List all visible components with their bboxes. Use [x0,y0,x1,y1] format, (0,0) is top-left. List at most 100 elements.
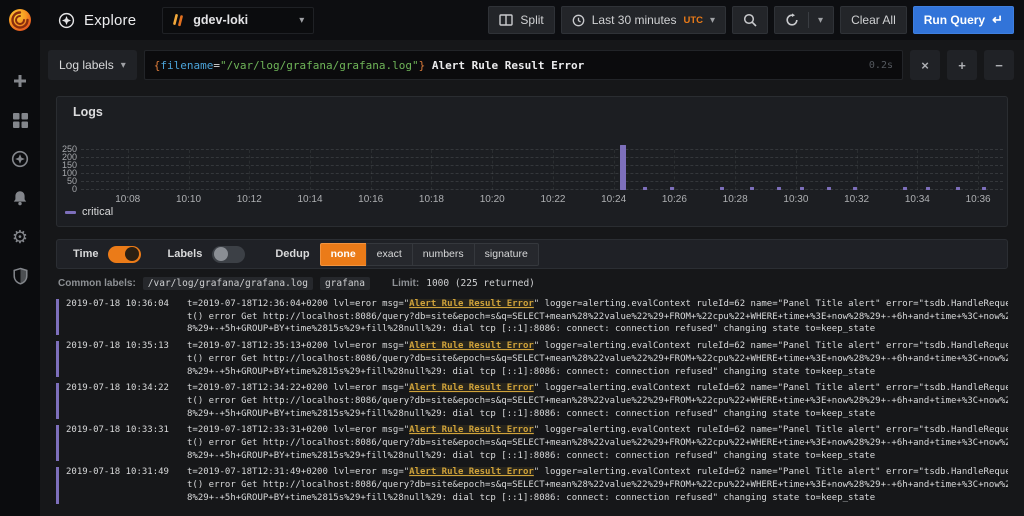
sidebar-item-create[interactable] [9,70,31,92]
log-row[interactable]: 2019-07-18 10:33:31 t=2019-07-18T12:33:31… [56,422,1008,464]
split-button[interactable]: Split [488,6,554,34]
log-text: t=2019-07-18T12:33:31+0200 lvl=eror msg=… [187,425,409,435]
add-query-button[interactable]: + [947,50,977,80]
query-equals: = [213,59,220,72]
x-tick-label: 10:30 [783,194,808,205]
log-message: t=2019-07-18T12:36:04+0200 lvl=eror msg=… [187,298,1008,336]
time-toggle-label: Time [73,248,98,260]
log-text: t=2019-07-18T12:35:13+0200 lvl=eror msg=… [187,341,409,351]
sidebar: ⚙ [0,0,40,516]
datasource-picker[interactable]: gdev-loki ▾ [162,7,314,34]
x-tick-label: 10:34 [905,194,930,205]
x-tick-label: 10:36 [966,194,991,205]
zoom-out-button[interactable] [732,6,768,34]
grafana-logo[interactable] [0,0,40,40]
time-range-picker[interactable]: Last 30 minutes UTC ▾ [561,6,726,34]
refresh-button[interactable]: ▾ [774,6,834,34]
dedup-label: Dedup [275,248,309,260]
clear-all-button[interactable]: Clear All [840,6,907,34]
collapse-query-button[interactable]: − [984,50,1014,80]
x-gridline [614,150,615,190]
log-row[interactable]: 2019-07-18 10:35:13t=2019-07-18T12:35:13… [56,338,1008,380]
dedup-options: noneexactnumberssignature [320,243,539,266]
log-timestamp: 2019-07-18 10:31:49 [59,466,177,504]
page-header: Explore [58,12,136,29]
time-range-label: Last 30 minutes [592,13,677,27]
log-line: 8%29+-+5h+GROUP+BY+time%2815s%29+fill%28… [187,323,1008,336]
legend-item-critical[interactable]: critical [65,206,113,218]
log-line: t=2019-07-18T12:33:31+0200 lvl=eror msg=… [187,424,1008,437]
log-line: t() error Get http://localhost:8086/quer… [187,479,1008,492]
x-tick-label: 10:26 [662,194,687,205]
x-gridline [735,150,736,190]
x-gridline [553,150,554,190]
logs-graph-panel: Logs 050100150200250 10:0810:1010:1210:1… [56,96,1008,227]
labels-toggle[interactable] [212,246,245,263]
log-row[interactable]: 2019-07-18 10:31:49t=2019-07-18T12:31:49… [56,464,1008,506]
y-tick-label: 150 [62,161,77,170]
query-brace-close: } [419,59,426,72]
query-duration: 0.2s [869,60,893,71]
common-label-chip: /var/log/grafana/grafana.log [143,277,313,290]
y-tick-label: 100 [62,169,77,178]
timezone-badge: UTC [683,15,703,26]
log-text: " logger=alerting.evalContext ruleId=62 … [534,383,1008,393]
log-line: 8%29+-+5h+GROUP+BY+time%2815s%29+fill%28… [187,408,1008,421]
time-toggle[interactable] [108,246,141,263]
remove-query-button[interactable]: × [910,50,940,80]
log-timestamp: 2019-07-18 10:33:31 [59,424,177,462]
common-labels-label: Common labels: [58,278,136,289]
log-highlight-match: Alert Rule Result Error [409,383,534,393]
sidebar-item-configuration[interactable]: ⚙ [9,226,31,248]
y-gridline [81,173,1003,174]
sidebar-item-server-admin[interactable] [9,265,31,287]
sidebar-item-alerting[interactable] [9,187,31,209]
logs-meta-row: Common labels: /var/log/grafana/grafana.… [56,277,1008,290]
log-highlight-match: Alert Rule Result Error [409,425,534,435]
run-query-label: Run Query [924,13,985,27]
split-label: Split [520,13,543,27]
dedup-option-none[interactable]: none [320,243,367,266]
x-gridline [978,150,979,190]
log-line: t=2019-07-18T12:36:04+0200 lvl=eror msg=… [187,298,1008,311]
sidebar-item-explore[interactable] [9,148,31,170]
x-tick-label: 10:16 [358,194,383,205]
histogram-bar [620,145,626,190]
y-gridline [81,157,1003,158]
x-tick-label: 10:24 [601,194,626,205]
page-title: Explore [84,12,136,29]
loki-datasource-icon [172,13,185,28]
log-highlight-match: Alert Rule Result Error [409,299,534,309]
x-tick-label: 10:20 [480,194,505,205]
log-labels-button[interactable]: Log labels ▾ [48,50,137,80]
refresh-icon [785,13,799,27]
x-gridline [674,150,675,190]
query-label-key: filename [160,59,213,72]
dedup-option-numbers[interactable]: numbers [412,243,475,266]
dedup-option-signature[interactable]: signature [474,243,539,266]
log-row[interactable]: 2019-07-18 10:36:04t=2019-07-18T12:36:04… [56,296,1008,338]
query-brace-open: { [154,59,161,72]
y-tick-label: 250 [62,145,77,154]
grafana-logo-icon [7,7,33,33]
run-query-button[interactable]: Run Query ↵ [913,6,1014,34]
panel-title[interactable]: Logs [73,105,103,119]
query-input[interactable]: {filename="/var/log/grafana/grafana.log"… [144,50,903,80]
x-gridline [128,150,129,190]
log-row[interactable]: 2019-07-18 10:34:22t=2019-07-18T12:34:22… [56,380,1008,422]
sidebar-item-dashboards[interactable] [9,109,31,131]
plus-icon [12,73,28,89]
x-tick-label: 10:08 [115,194,140,205]
x-gridline [857,150,858,190]
log-line: t() error Get http://localhost:8086/quer… [187,311,1008,324]
magnifier-icon [743,13,757,27]
limit-label: Limit: [392,278,419,289]
log-message: t=2019-07-18T12:35:13+0200 lvl=eror msg=… [187,340,1008,378]
x-tick-label: 10:28 [723,194,748,205]
legend-label: critical [82,206,113,218]
log-line: 8%29+-+5h+GROUP+BY+time%2815s%29+fill%28… [187,492,1008,505]
datasource-name: gdev-loki [193,13,291,27]
chevron-down-icon: ▾ [818,15,823,26]
chevron-down-icon: ▾ [710,15,715,26]
dedup-option-exact[interactable]: exact [366,243,413,266]
